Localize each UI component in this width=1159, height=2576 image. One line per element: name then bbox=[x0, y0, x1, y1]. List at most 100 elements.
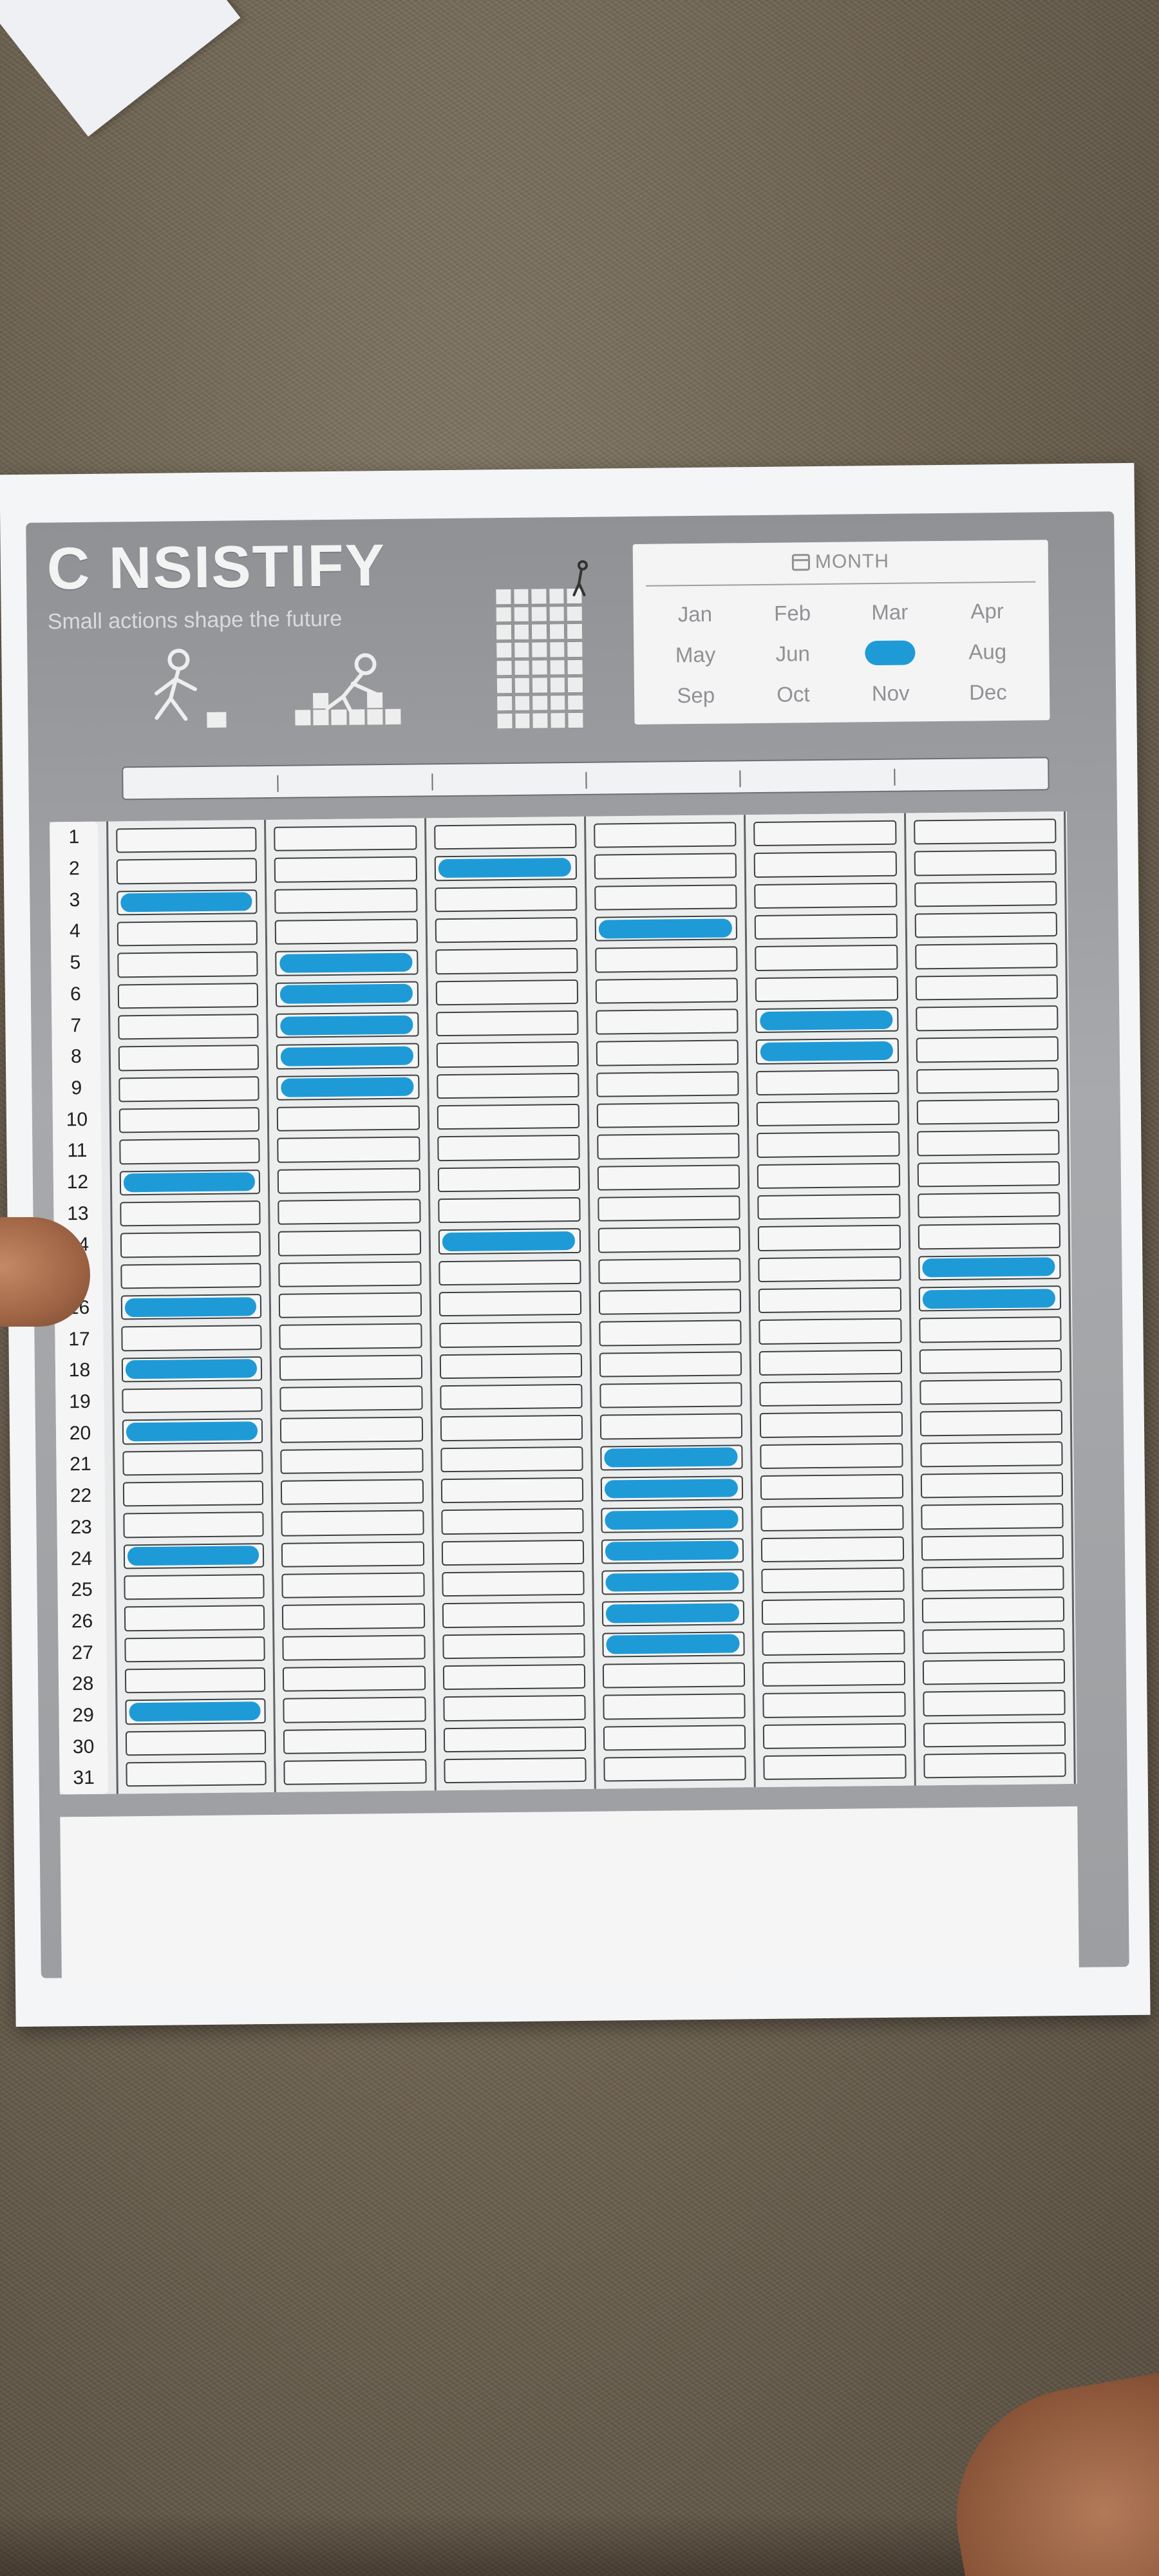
checkbox-cell[interactable] bbox=[598, 1226, 741, 1253]
checkbox-cell[interactable] bbox=[916, 1099, 1060, 1125]
checkbox-cell[interactable] bbox=[280, 1416, 423, 1443]
checkbox-cell[interactable] bbox=[599, 1413, 743, 1440]
checkbox-cell[interactable] bbox=[440, 1508, 584, 1535]
checkbox-cell[interactable] bbox=[753, 820, 897, 847]
checkbox-cell[interactable] bbox=[279, 1292, 422, 1319]
checkbox-cell-marked[interactable] bbox=[756, 1038, 899, 1065]
checkbox-cell[interactable] bbox=[594, 822, 737, 848]
checkbox-cell[interactable] bbox=[442, 1663, 586, 1690]
checkbox-cell-marked[interactable] bbox=[122, 1418, 263, 1444]
checkbox-cell-marked[interactable] bbox=[276, 1012, 419, 1039]
checkbox-cell-marked[interactable] bbox=[918, 1254, 1061, 1281]
checkbox-cell[interactable] bbox=[919, 1347, 1062, 1374]
checkbox-cell[interactable] bbox=[754, 913, 898, 940]
checkbox-cell[interactable] bbox=[274, 856, 417, 883]
checkbox-cell-marked[interactable] bbox=[601, 1537, 744, 1564]
month-option-oct[interactable]: Oct bbox=[744, 674, 842, 715]
checkbox-cell-marked[interactable] bbox=[755, 1007, 899, 1034]
checkbox-cell[interactable] bbox=[918, 1223, 1061, 1250]
habit-name-field-6[interactable] bbox=[893, 767, 1048, 786]
checkbox-cell[interactable] bbox=[124, 1667, 266, 1694]
checkbox-cell[interactable] bbox=[762, 1598, 905, 1625]
checkbox-cell[interactable] bbox=[916, 1130, 1060, 1157]
checkbox-cell[interactable] bbox=[280, 1448, 424, 1474]
checkbox-cell[interactable] bbox=[754, 882, 898, 909]
checkbox-cell[interactable] bbox=[594, 853, 737, 880]
month-option-may[interactable]: May bbox=[646, 634, 744, 676]
checkbox-cell[interactable] bbox=[923, 1721, 1066, 1748]
checkbox-cell[interactable] bbox=[442, 1695, 586, 1721]
checkbox-cell[interactable] bbox=[914, 849, 1057, 876]
checkbox-cell[interactable] bbox=[914, 943, 1058, 970]
checkbox-cell[interactable] bbox=[117, 951, 258, 978]
checkbox-cell[interactable] bbox=[915, 1005, 1059, 1032]
checkbox-cell[interactable] bbox=[757, 1100, 900, 1127]
checkbox-cell-marked[interactable] bbox=[601, 1600, 745, 1627]
month-option-jan[interactable]: Jan bbox=[646, 593, 744, 635]
checkbox-cell[interactable] bbox=[603, 1693, 746, 1720]
habit-name-field-2[interactable] bbox=[277, 773, 432, 792]
checkbox-cell-marked[interactable] bbox=[123, 1542, 265, 1569]
checkbox-cell[interactable] bbox=[598, 1289, 742, 1315]
checkbox-cell[interactable] bbox=[118, 1014, 259, 1040]
checkbox-cell[interactable] bbox=[919, 1441, 1063, 1468]
checkbox-cell[interactable] bbox=[760, 1473, 903, 1501]
checkbox-cell[interactable] bbox=[916, 1067, 1059, 1094]
checkbox-cell-marked[interactable] bbox=[602, 1631, 746, 1658]
checkbox-cell[interactable] bbox=[921, 1596, 1065, 1623]
checkbox-cell[interactable] bbox=[918, 1316, 1062, 1343]
checkbox-cell[interactable] bbox=[599, 1350, 742, 1378]
checkbox-cell[interactable] bbox=[757, 1131, 900, 1158]
month-option-feb[interactable]: Feb bbox=[744, 592, 842, 634]
checkbox-cell[interactable] bbox=[122, 1449, 264, 1476]
checkbox-cell[interactable] bbox=[917, 1192, 1060, 1218]
checkbox-cell[interactable] bbox=[441, 1539, 585, 1566]
checkbox-cell-marked[interactable] bbox=[600, 1475, 744, 1502]
checkbox-cell[interactable] bbox=[116, 827, 257, 853]
checkbox-cell[interactable] bbox=[438, 1321, 582, 1348]
checkbox-cell[interactable] bbox=[435, 916, 578, 943]
checkbox-cell[interactable] bbox=[121, 1325, 263, 1351]
checkbox-cell[interactable] bbox=[439, 1383, 583, 1410]
checkbox-cell[interactable] bbox=[278, 1168, 420, 1194]
checkbox-cell[interactable] bbox=[437, 1166, 581, 1193]
month-option-apr[interactable]: Apr bbox=[938, 590, 1036, 632]
checkbox-cell[interactable] bbox=[437, 1197, 581, 1224]
checkbox-cell-marked[interactable] bbox=[276, 1043, 419, 1070]
checkbox-cell[interactable] bbox=[599, 1320, 742, 1347]
checkbox-cell-marked[interactable] bbox=[438, 1228, 581, 1255]
checkbox-cell[interactable] bbox=[755, 945, 898, 971]
checkbox-cell[interactable] bbox=[760, 1443, 903, 1469]
checkbox-cell[interactable] bbox=[436, 1072, 580, 1099]
checkbox-cell[interactable] bbox=[598, 1195, 740, 1222]
checkbox-cell[interactable] bbox=[118, 1075, 259, 1103]
checkbox-cell[interactable] bbox=[441, 1570, 585, 1597]
checkbox-cell[interactable] bbox=[119, 1138, 260, 1165]
checkbox-cell[interactable] bbox=[123, 1511, 265, 1538]
checkbox-cell[interactable] bbox=[435, 1010, 579, 1037]
habit-name-field-1[interactable] bbox=[123, 775, 278, 794]
checkbox-cell[interactable] bbox=[283, 1759, 427, 1785]
checkbox-cell[interactable] bbox=[917, 1160, 1060, 1188]
month-option-sep[interactable]: Sep bbox=[647, 675, 745, 717]
habit-name-field-4[interactable] bbox=[585, 770, 740, 789]
checkbox-cell[interactable] bbox=[120, 1231, 261, 1258]
checkbox-cell-marked[interactable] bbox=[434, 855, 578, 881]
checkbox-cell[interactable] bbox=[923, 1752, 1066, 1779]
checkbox-cell[interactable] bbox=[757, 1162, 900, 1189]
checkbox-cell[interactable] bbox=[274, 825, 417, 852]
checkbox-cell[interactable] bbox=[762, 1660, 905, 1687]
checkbox-cell[interactable] bbox=[596, 1070, 739, 1097]
checkbox-cell[interactable] bbox=[122, 1387, 263, 1414]
checkbox-cell[interactable] bbox=[763, 1754, 907, 1781]
checkbox-cell[interactable] bbox=[436, 1041, 580, 1068]
checkbox-cell[interactable] bbox=[437, 1135, 580, 1161]
checkbox-cell[interactable] bbox=[595, 946, 738, 973]
checkbox-cell[interactable] bbox=[920, 1503, 1064, 1530]
checkbox-cell[interactable] bbox=[916, 1036, 1059, 1063]
checkbox-cell-marked[interactable] bbox=[121, 1356, 263, 1383]
checkbox-cell[interactable] bbox=[919, 1378, 1062, 1405]
checkbox-cell[interactable] bbox=[277, 1136, 420, 1163]
checkbox-cell[interactable] bbox=[118, 1107, 260, 1133]
checkbox-cell[interactable] bbox=[759, 1380, 903, 1407]
